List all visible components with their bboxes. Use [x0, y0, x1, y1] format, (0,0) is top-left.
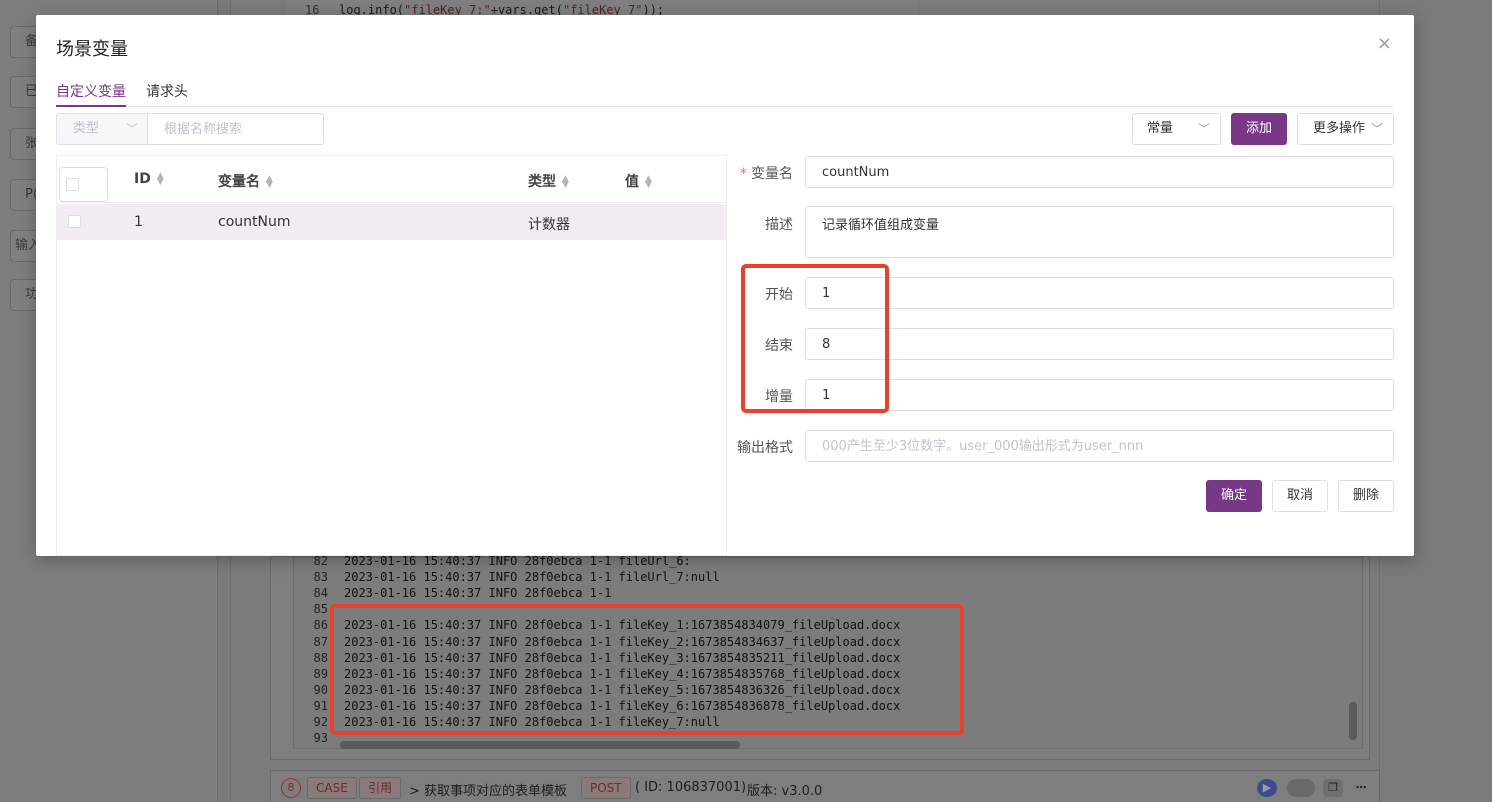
- line-number: 85: [313, 602, 328, 617]
- sort-icon[interactable]: ▲ ▼: [157, 172, 164, 187]
- variables-table: ID ▲ ▼ 变量名 ▲ ▼ 类型 ▲ ▼ 值 ▲ ▼ 1 countNum 计数器: [56, 155, 727, 556]
- line-number: 88: [313, 650, 328, 665]
- description-textarea[interactable]: 记录循环值组成变量: [805, 206, 1394, 258]
- counter-fields-highlight-box: [741, 264, 889, 413]
- description-label: 描述: [765, 217, 793, 233]
- table-header: ID ▲ ▼ 变量名 ▲ ▼ 类型 ▲ ▼ 值 ▲ ▼: [57, 156, 726, 203]
- line-number: 91: [313, 698, 328, 713]
- line-number: 92: [313, 715, 328, 729]
- log-text: 2023-01-16 15:40:37 INFO 28f0ebca 1-1: [344, 586, 612, 601]
- copy-icon[interactable]: ❐: [1323, 779, 1343, 797]
- tab-request-headers[interactable]: 请求头: [146, 81, 188, 107]
- type-filter-select[interactable]: 类型 ﹀: [56, 113, 148, 145]
- cell-id: 1: [134, 214, 143, 230]
- cancel-button[interactable]: 取消: [1272, 480, 1328, 512]
- scene-variables-dialog: 场景变量 × 自定义变量 请求头 类型 ﹀ 常量 ﹀ 添加 更多操作 ﹀ ID▲…: [36, 15, 1414, 556]
- row-checkbox[interactable]: [68, 215, 81, 228]
- add-button[interactable]: 添加: [1231, 113, 1287, 145]
- console-log-line: 83 2023-01-16 15:40:37 INFO 28f0ebca 1-1 …: [294, 570, 720, 586]
- column-header-name[interactable]: 变量名 ▲ ▼: [218, 171, 273, 191]
- more-icon[interactable]: ⋯: [1351, 779, 1371, 797]
- tab-custom-variables[interactable]: 自定义变量: [56, 81, 126, 107]
- more-actions-label: 更多操作: [1313, 121, 1366, 136]
- close-icon[interactable]: ×: [1377, 35, 1392, 53]
- line-number: 87: [313, 634, 328, 649]
- tab-bar: 自定义变量 请求头: [56, 79, 1394, 107]
- method-tag: POST: [581, 777, 631, 799]
- end-input[interactable]: [805, 328, 1394, 360]
- toggle-icon[interactable]: [1287, 779, 1315, 797]
- required-mark: *: [740, 166, 747, 182]
- horizontal-scrollbar[interactable]: [340, 741, 740, 749]
- output-format-input[interactable]: [805, 430, 1394, 462]
- name-search-input[interactable]: [147, 113, 324, 145]
- case-tag: CASE: [307, 777, 357, 799]
- script-editor: 16 log.info("fileKey_7:"+vars.get("fileK…: [287, 0, 917, 17]
- chevron-down-icon: ﹀: [1197, 122, 1210, 136]
- sort-icon[interactable]: ▲ ▼: [562, 175, 569, 190]
- variable-name-input[interactable]: [805, 156, 1394, 188]
- variable-name-label: * 变量名: [740, 166, 793, 182]
- log-text: 2023-01-16 15:40:37 INFO 28f0ebca 1-1 fi…: [344, 554, 691, 568]
- variable-type-select[interactable]: 常量 ﹀: [1132, 113, 1221, 145]
- confirm-button[interactable]: 确定: [1206, 480, 1262, 512]
- log-text: 2023-01-16 15:40:37 INFO 28f0ebca 1-1 fi…: [344, 570, 720, 585]
- cell-name: countNum: [218, 214, 291, 230]
- chevron-down-icon: ﹀: [1370, 122, 1383, 136]
- ref-tag: 引用: [359, 777, 402, 799]
- sort-icon[interactable]: ▲ ▼: [645, 175, 652, 190]
- select-all-checkbox[interactable]: [66, 178, 79, 191]
- console-log-line: 84 2023-01-16 15:40:37 INFO 28f0ebca 1-1: [294, 586, 612, 602]
- cell-type: 计数器: [528, 217, 570, 233]
- column-header-id[interactable]: ID ▲ ▼: [134, 171, 164, 187]
- vertical-scrollbar[interactable]: [1349, 702, 1357, 740]
- column-header-value[interactable]: 值 ▲ ▼: [625, 171, 652, 191]
- line-number: 84: [313, 586, 328, 601]
- select-all-cell: [59, 167, 108, 202]
- step-version: 版本: v3.0.0: [747, 784, 823, 799]
- line-number: 86: [313, 618, 328, 633]
- start-input[interactable]: [805, 277, 1394, 309]
- scenario-step-row[interactable]: 8 CASE 引用 > 获取事项对应的表单模板 POST ( ID: 10683…: [270, 770, 1380, 802]
- step-input[interactable]: [805, 379, 1394, 411]
- step-number: 8: [281, 778, 301, 798]
- dialog-title: 场景变量: [56, 39, 128, 60]
- chevron-down-icon: ﹀: [125, 122, 138, 136]
- more-actions-dropdown[interactable]: 更多操作 ﹀: [1297, 113, 1394, 145]
- play-icon[interactable]: ▶: [1257, 779, 1277, 797]
- type-filter-placeholder: 类型: [73, 121, 100, 136]
- column-header-type[interactable]: 类型 ▲ ▼: [528, 171, 569, 191]
- table-row[interactable]: 1 countNum 计数器: [57, 204, 726, 240]
- delete-button[interactable]: 删除: [1338, 480, 1394, 512]
- line-number: 82: [313, 554, 328, 568]
- sort-icon[interactable]: ▲ ▼: [266, 175, 273, 190]
- line-number: 93: [313, 731, 328, 746]
- line-number: 90: [313, 682, 328, 697]
- line-number: 89: [313, 666, 328, 681]
- line-number: 83: [313, 570, 328, 585]
- log-highlight-box: [330, 604, 964, 735]
- output-format-label: 输出格式: [737, 440, 793, 456]
- variable-type-value: 常量: [1147, 121, 1174, 136]
- step-name[interactable]: > 获取事项对应的表单模板: [409, 780, 567, 799]
- step-id: ( ID: 106837001): [635, 780, 747, 795]
- console-log-line: 82 2023-01-16 15:40:37 INFO 28f0ebca 1-1 …: [294, 554, 691, 570]
